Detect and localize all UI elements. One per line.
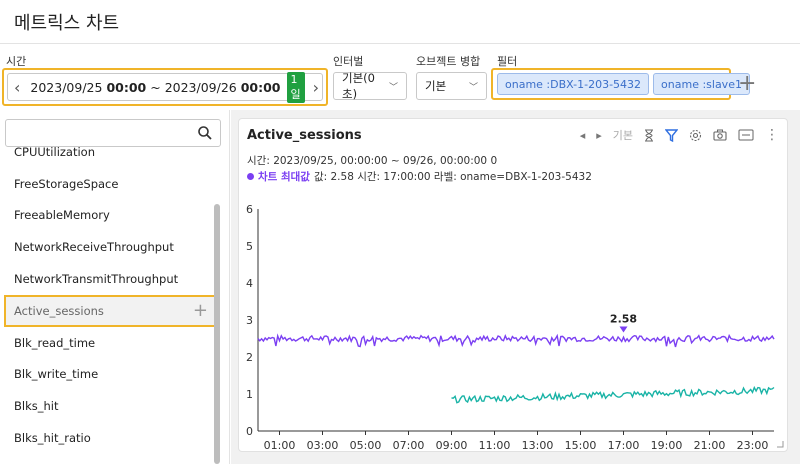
interval-label: 인터벌: [333, 55, 364, 68]
series-line-0: [257, 333, 775, 348]
add-filter-icon[interactable]: +: [738, 73, 756, 95]
merge-label: 오브젝트 병합: [416, 55, 481, 68]
x-tick-label: 17:00: [608, 439, 640, 452]
x-tick-label: 07:00: [393, 439, 425, 452]
page-title: 메트릭스 차트: [14, 12, 120, 34]
max-value-label: 차트 최대값: [258, 171, 310, 183]
y-tick-label: 1: [246, 388, 253, 401]
scrollbar[interactable]: [214, 204, 220, 464]
filter-chip[interactable]: oname :slave1: [653, 73, 750, 95]
merge-select[interactable]: 기본 ﹀: [416, 72, 487, 100]
metric-item[interactable]: NetworkTransmitThroughput: [0, 263, 220, 295]
time-range-picker[interactable]: ‹ 2023/09/25 00:00 ~ 2023/09/26 00:00 1일…: [7, 71, 323, 103]
series-dot: [247, 173, 254, 180]
chevron-down-icon: ﹀: [468, 82, 478, 93]
metric-item[interactable]: Blk_read_time: [0, 327, 220, 359]
max-value-annotation: 2.58: [610, 313, 637, 326]
y-tick-label: 3: [246, 314, 253, 327]
hourglass-icon[interactable]: [644, 129, 654, 142]
y-tick-label: 4: [246, 277, 253, 290]
x-tick-label: 15:00: [565, 439, 597, 452]
chart-title: Active_sessions: [247, 128, 362, 143]
y-tick-label: 5: [246, 240, 253, 253]
more-icon[interactable]: ⋮: [765, 127, 779, 143]
x-tick-label: 23:00: [737, 439, 769, 452]
csv-icon[interactable]: [738, 129, 754, 141]
metric-search-input[interactable]: [5, 119, 221, 147]
filter-group: oname :DBX-1-203-5432 oname :slave1: [491, 68, 750, 100]
metric-list: CPUUtilization FreeStorageSpace Freeable…: [0, 136, 220, 454]
day-badge[interactable]: 1일: [286, 71, 305, 103]
x-tick-label: 13:00: [522, 439, 554, 452]
x-tick-label: 03:00: [307, 439, 339, 452]
x-tick-label: 21:00: [694, 439, 726, 452]
max-value-detail: 값: 2.58 시간: 17:00:00 라벨: oname=DBX-1-203…: [313, 171, 592, 183]
x-tick-label: 05:00: [350, 439, 382, 452]
metric-item[interactable]: NetworkReceiveThroughput: [0, 231, 220, 263]
toolbar: 시간 ‹ 2023/09/25 00:00 ~ 2023/09/26 00:00…: [0, 44, 800, 106]
gear-icon[interactable]: [689, 129, 702, 142]
prev-icon[interactable]: ◂: [580, 129, 586, 142]
series-line-1: [451, 385, 775, 404]
max-value-info: 차트 최대값 값: 2.58 시간: 17:00:00 라벨: oname=DB…: [247, 169, 592, 184]
chart-toolbar: ◂ ▸ 기본 ⋮: [580, 127, 779, 143]
next-range-icon[interactable]: ›: [313, 78, 319, 97]
y-tick-label: 6: [246, 203, 253, 216]
nav-default-label[interactable]: 기본: [613, 127, 633, 143]
filter-icon[interactable]: [665, 128, 678, 142]
chevron-down-icon: ﹀: [388, 82, 398, 93]
line-chart[interactable]: 0 1 2 3 4 5 6 01:00 03:00 05:00 07:00 09:00 11:00 13:…: [239, 191, 787, 453]
interval-select[interactable]: 기본(0초) ﹀: [333, 71, 407, 101]
x-tick-label: 19:00: [651, 439, 683, 452]
max-marker: [619, 326, 628, 333]
y-tick-label: 0: [246, 425, 253, 438]
metric-item[interactable]: Blk_write_time: [0, 359, 220, 391]
time-range-text[interactable]: 2023/09/25 00:00 ~ 2023/09/26 00:00: [20, 80, 280, 95]
camera-icon[interactable]: [713, 129, 727, 141]
metric-item[interactable]: FreeableMemory: [0, 200, 220, 232]
search-icon[interactable]: [197, 125, 213, 141]
metric-item-selected[interactable]: Active_sessions +: [4, 294, 218, 327]
y-tick-label: 2: [246, 351, 253, 364]
filter-label: 필터: [497, 55, 518, 68]
x-tick-label: 01:00: [264, 439, 296, 452]
metric-item[interactable]: FreeStorageSpace: [0, 168, 220, 200]
time-label: 시간: [6, 55, 27, 68]
chart-area: Active_sessions ◂ ▸ 기본 ⋮ 시간: 2023/09/25,…: [231, 110, 800, 464]
metric-item[interactable]: Blks_hit_ratio: [0, 422, 220, 454]
chart-card: Active_sessions ◂ ▸ 기본 ⋮ 시간: 2023/09/25,…: [238, 118, 788, 452]
filter-chip[interactable]: oname :DBX-1-203-5432: [497, 73, 650, 95]
x-tick-label: 09:00: [436, 439, 468, 452]
metric-panel: CPUUtilization FreeStorageSpace Freeable…: [0, 110, 230, 464]
time-info: 시간: 2023/09/25, 00:00:00 ~ 09/26, 00:00:…: [247, 155, 498, 167]
header: 메트릭스 차트: [0, 0, 800, 44]
time-range-highlight: ‹ 2023/09/25 00:00 ~ 2023/09/26 00:00 1일…: [2, 68, 328, 106]
x-tick-label: 11:00: [479, 439, 511, 452]
metric-item[interactable]: Blks_hit: [0, 390, 220, 422]
next-icon[interactable]: ▸: [596, 129, 602, 142]
add-metric-icon[interactable]: +: [193, 300, 208, 321]
resize-handle-icon[interactable]: [776, 440, 784, 448]
